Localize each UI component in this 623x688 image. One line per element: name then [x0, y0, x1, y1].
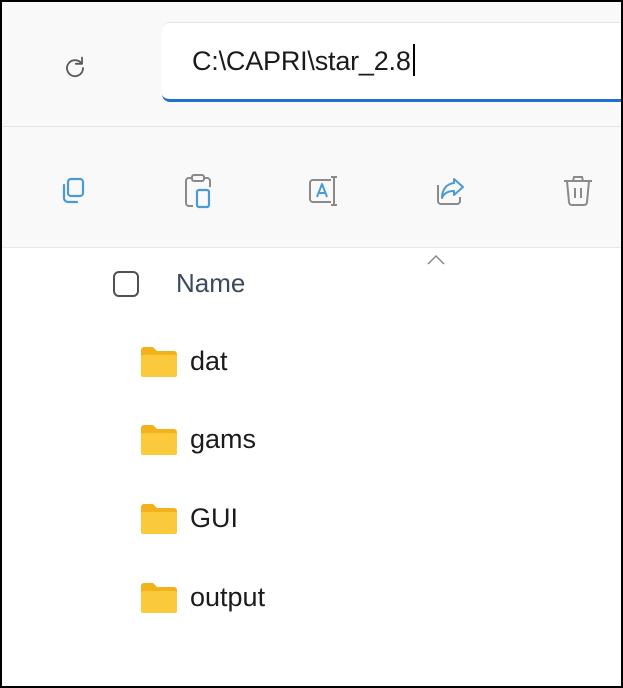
share-button[interactable] — [430, 171, 470, 211]
folder-icon — [141, 583, 177, 613]
share-icon — [437, 178, 464, 205]
paste-button[interactable] — [178, 171, 218, 211]
folder-icon — [141, 504, 177, 534]
file-name: gams — [190, 424, 257, 454]
paste-icon — [185, 174, 211, 209]
command-bar — [2, 127, 621, 248]
delete-button[interactable] — [558, 171, 598, 211]
folder-icon — [141, 347, 177, 377]
list-item[interactable]: gams — [132, 418, 532, 468]
file-list: Name dat gams GUI output — [2, 248, 621, 686]
name-column-header[interactable]: Name — [176, 268, 245, 299]
text-caret — [412, 44, 415, 76]
list-item[interactable]: dat — [132, 340, 532, 390]
select-all-checkbox[interactable] — [113, 271, 139, 297]
list-item[interactable]: output — [132, 576, 532, 626]
copy-button[interactable] — [54, 171, 94, 211]
address-bar[interactable]: C:\CAPRI\star_2.8 — [162, 22, 621, 102]
folder-icon — [141, 425, 177, 455]
rename-button[interactable] — [304, 171, 344, 211]
sort-ascending-icon[interactable] — [427, 252, 445, 265]
file-name: dat — [190, 346, 228, 376]
delete-icon — [564, 176, 592, 206]
file-explorer-window: C:\CAPRI\star_2.8 Name dat gams GUI outp… — [0, 0, 623, 688]
address-input[interactable]: C:\CAPRI\star_2.8 — [192, 44, 415, 77]
navigation-bar: C:\CAPRI\star_2.8 — [2, 2, 621, 127]
refresh-icon — [66, 56, 84, 78]
copy-icon — [62, 177, 85, 204]
file-name: output — [190, 582, 266, 612]
file-name: GUI — [190, 503, 239, 533]
list-item[interactable]: GUI — [132, 497, 532, 547]
refresh-button[interactable] — [62, 54, 88, 80]
address-path: C:\CAPRI\star_2.8 — [192, 46, 411, 76]
rename-icon — [309, 176, 337, 206]
